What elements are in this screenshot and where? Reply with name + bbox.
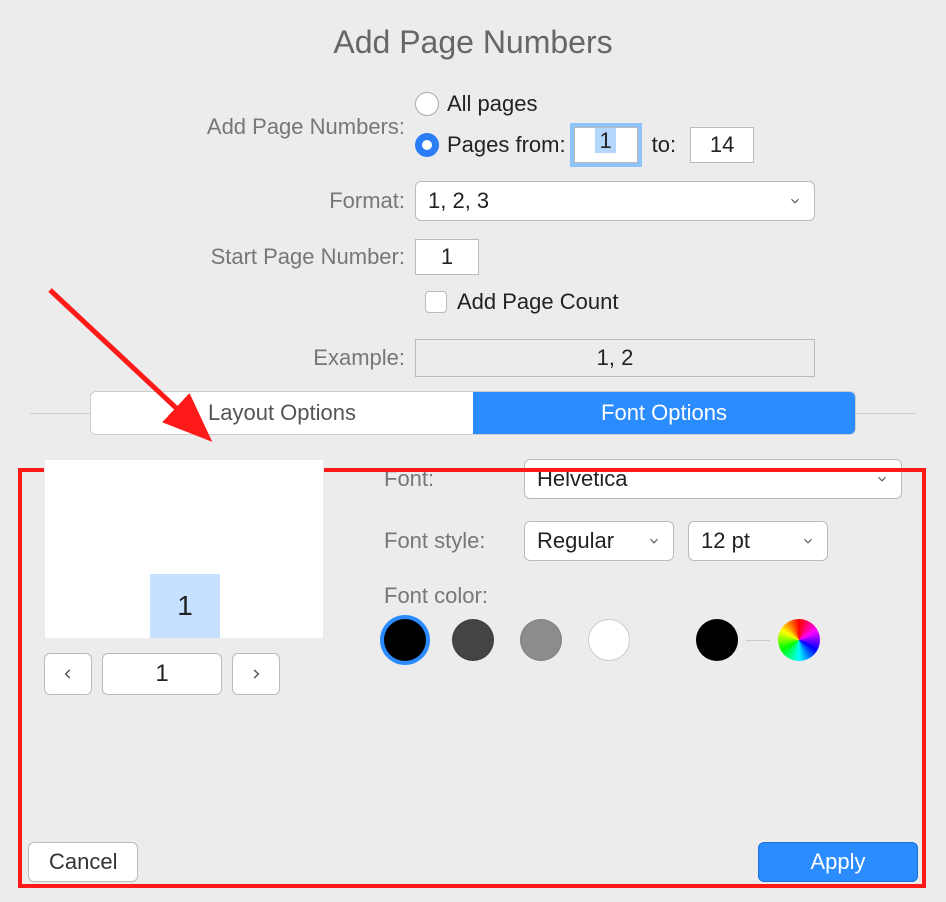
chevron-down-icon bbox=[788, 194, 802, 208]
next-page-button[interactable] bbox=[232, 653, 280, 695]
start-page-number-input[interactable]: 1 bbox=[415, 239, 479, 275]
tab-layout-options[interactable]: Layout Options bbox=[91, 392, 473, 434]
font-label: Font: bbox=[384, 466, 524, 492]
example-label: Example: bbox=[0, 345, 415, 371]
format-select[interactable]: 1, 2, 3 bbox=[415, 181, 815, 221]
page-preview[interactable]: 1 bbox=[44, 459, 324, 639]
font-select-value: Helvetica bbox=[537, 466, 627, 492]
color-swatch-white[interactable] bbox=[588, 619, 630, 661]
start-page-number-label: Start Page Number: bbox=[0, 244, 415, 270]
color-swatch-gray[interactable] bbox=[520, 619, 562, 661]
color-swatch-black[interactable] bbox=[384, 619, 426, 661]
divider-left bbox=[30, 413, 90, 414]
chevron-left-icon bbox=[61, 665, 75, 683]
prev-page-button[interactable] bbox=[44, 653, 92, 695]
font-size-select[interactable]: 12 pt bbox=[688, 521, 828, 561]
pages-from-input[interactable]: 1 bbox=[574, 127, 638, 163]
apply-button[interactable]: Apply bbox=[758, 842, 918, 882]
preview-page-input[interactable]: 1 bbox=[102, 653, 222, 695]
page-number-preview-pos[interactable]: 1 bbox=[150, 574, 220, 638]
tab-font-options[interactable]: Font Options bbox=[473, 392, 855, 434]
format-label: Format: bbox=[0, 188, 415, 214]
pages-to-label: to: bbox=[652, 132, 676, 158]
example-output: 1, 2 bbox=[415, 339, 815, 377]
font-style-value: Regular bbox=[537, 528, 614, 554]
radio-pages-from-label: Pages from: bbox=[447, 132, 566, 158]
font-color-swatches bbox=[384, 619, 902, 661]
chevron-down-icon bbox=[875, 472, 889, 486]
add-page-count-checkbox[interactable] bbox=[425, 291, 447, 313]
cancel-button[interactable]: Cancel bbox=[28, 842, 138, 882]
radio-all-pages-label: All pages bbox=[447, 91, 538, 117]
font-color-label: Font color: bbox=[384, 583, 488, 609]
divider bbox=[746, 640, 770, 641]
add-page-count-label: Add Page Count bbox=[457, 289, 618, 315]
add-page-numbers-label: Add Page Numbers: bbox=[0, 114, 415, 140]
font-select[interactable]: Helvetica bbox=[524, 459, 902, 499]
font-size-value: 12 pt bbox=[701, 528, 750, 554]
font-style-label: Font style: bbox=[384, 528, 524, 554]
chevron-down-icon bbox=[647, 534, 661, 548]
chevron-down-icon bbox=[801, 534, 815, 548]
color-swatch-custom-current[interactable] bbox=[696, 619, 738, 661]
dialog-title: Add Page Numbers bbox=[0, 0, 946, 91]
pages-to-input[interactable]: 14 bbox=[690, 127, 754, 163]
format-select-value: 1, 2, 3 bbox=[428, 188, 489, 214]
chevron-right-icon bbox=[249, 665, 263, 683]
divider-right bbox=[856, 413, 916, 414]
radio-all-pages[interactable] bbox=[415, 92, 439, 116]
color-swatch-dark-gray[interactable] bbox=[452, 619, 494, 661]
radio-pages-from[interactable] bbox=[415, 133, 439, 157]
color-picker-button[interactable] bbox=[778, 619, 820, 661]
options-segmented-control: Layout Options Font Options bbox=[90, 391, 856, 435]
font-style-select[interactable]: Regular bbox=[524, 521, 674, 561]
